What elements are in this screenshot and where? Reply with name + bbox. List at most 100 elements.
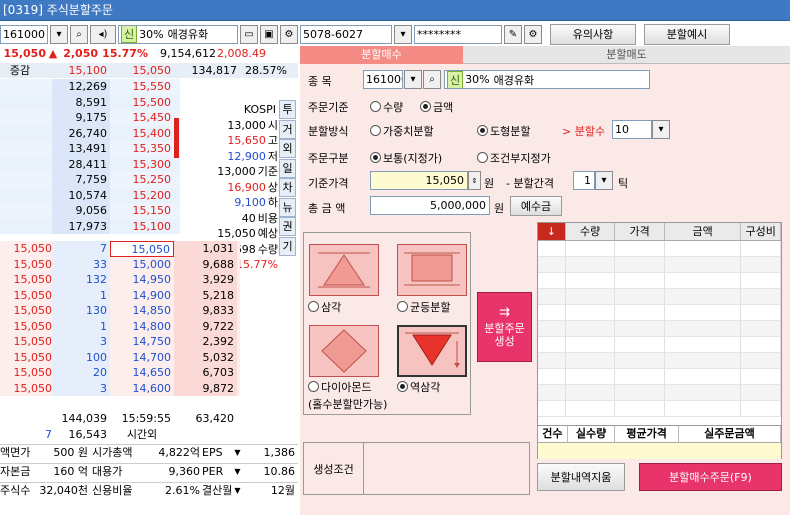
bid-row[interactable]: 15,050 1 14,800 9,722 <box>0 318 240 334</box>
account-input[interactable]: 5078-6027 <box>300 24 392 44</box>
grid-row[interactable] <box>538 369 781 385</box>
triangle-shape-option[interactable] <box>309 244 379 296</box>
method-shape-radio[interactable]: 도형분할 <box>477 123 530 139</box>
bid-row[interactable]: 15,050 33 15,000 9,688 <box>0 256 240 272</box>
base-price-input[interactable]: 15,050 <box>370 171 468 190</box>
stock-name-box[interactable]: 신 30% 애경유화 <box>118 24 238 44</box>
speaker-icon[interactable]: ◂) <box>90 24 116 44</box>
ask-row[interactable]: 10,574 15,200 <box>0 187 180 203</box>
side-tab[interactable]: 거 <box>279 119 296 139</box>
ask-qty: 12,269 <box>52 79 110 95</box>
grid-row[interactable] <box>538 305 781 321</box>
ask-row[interactable]: 9,175 15,450 <box>0 110 180 126</box>
bid-row[interactable]: 15,050 3 14,600 9,872 <box>0 380 240 396</box>
base-price-stepper[interactable]: ⇕ <box>468 171 481 190</box>
search-icon[interactable]: ⌕ <box>70 24 88 44</box>
ask-row[interactable]: 7,759 15,250 <box>0 172 180 188</box>
side-tab[interactable]: 뉴 <box>279 197 296 217</box>
tab-split-sell[interactable]: 분할매도 <box>463 46 790 64</box>
bid-row[interactable]: 15,050 132 14,950 3,929 <box>0 272 240 288</box>
shape-equal-radio[interactable]: 균등분할 <box>397 299 450 315</box>
bid-row[interactable]: 15,050 1 14,900 5,218 <box>0 287 240 303</box>
grid-header: ↓ 수량 가격 금액 구성비 <box>538 223 781 241</box>
diamond-shape-option[interactable] <box>309 325 379 377</box>
ask-row[interactable]: 9,056 15,150 <box>0 203 180 219</box>
interval-dropdown-icon[interactable]: ▾ <box>595 171 613 190</box>
ask-price: 15,450 <box>132 111 172 124</box>
clear-history-button[interactable]: 분할내역지움 <box>537 463 625 491</box>
basis-qty-radio[interactable]: 수량 <box>370 99 403 115</box>
generate-split-button[interactable]: ⇉ 분할주문 생성 <box>477 292 532 362</box>
example-button[interactable]: 분할예시 <box>644 23 730 45</box>
ask-qty: 17,973 <box>52 218 110 234</box>
grid-row[interactable] <box>538 273 781 289</box>
triangle-icon <box>318 252 370 288</box>
split-order-panel: 5078-6027 ▾ ******** ✎ ⚙ 유의사항 분할예시 분할매수 … <box>300 22 790 515</box>
grid-row[interactable] <box>538 337 781 353</box>
type-normal-radio[interactable]: 보통(지정가) <box>370 150 442 166</box>
right-code-input[interactable]: 161000 <box>363 70 403 89</box>
grid-row[interactable] <box>538 257 781 273</box>
total-amount-input[interactable]: 5,000,000 <box>370 196 490 215</box>
shape-triangle-radio[interactable]: 삼각 <box>308 299 341 315</box>
account-dropdown-icon[interactable]: ▾ <box>394 24 412 44</box>
equal-split-icon <box>404 252 460 286</box>
ask-price: 15,100 <box>132 219 172 233</box>
ask-row[interactable]: 12,269 15,550 <box>0 79 180 95</box>
side-tab[interactable]: 차 <box>279 178 296 197</box>
grid-row[interactable] <box>538 241 781 257</box>
method-weighted-radio[interactable]: 가중치분할 <box>370 123 434 139</box>
ask-row[interactable]: 13,491 15,350 <box>0 141 180 157</box>
doc-icon[interactable]: ▭ <box>240 24 258 44</box>
bid-row[interactable]: 15,050 130 14,850 9,833 <box>0 303 240 319</box>
split-count-dropdown-icon[interactable]: ▾ <box>652 120 670 139</box>
ask-row[interactable]: 8,591 15,500 <box>0 94 180 110</box>
bid-row[interactable]: 15,050 3 14,750 2,392 <box>0 334 240 350</box>
grid-col-header[interactable]: ↓ <box>538 223 566 240</box>
side-tab[interactable]: 투 <box>279 100 296 119</box>
grid-col-header[interactable]: 수량 <box>566 223 616 240</box>
grid-row[interactable] <box>538 321 781 337</box>
grid-col-header[interactable]: 가격 <box>615 223 665 240</box>
grid-row[interactable] <box>538 401 781 417</box>
deposit-button[interactable]: 예수금 <box>510 196 562 216</box>
tab-split-buy[interactable]: 분할매수 <box>300 46 463 64</box>
interval-input[interactable]: 1 <box>573 171 595 190</box>
grid-row[interactable] <box>538 353 781 369</box>
copy-icon[interactable]: ▣ <box>260 24 278 44</box>
shape-inverted-radio[interactable]: 역삼각 <box>397 379 440 395</box>
basis-amount-radio[interactable]: 금액 <box>420 99 453 115</box>
gear-icon[interactable]: ⚙ <box>280 24 298 44</box>
side-tab[interactable]: 기 <box>279 236 296 256</box>
title-bar: [0319] 주식분할주문 <box>0 0 790 21</box>
grid-summary: 건수 실수량 평균가격 실주문금액 <box>537 425 782 459</box>
eraser-icon[interactable]: ✎ <box>504 24 522 44</box>
ask-row[interactable]: 28,411 15,300 <box>0 156 180 172</box>
grid-row[interactable] <box>538 289 781 305</box>
bid-row[interactable]: 15,050 100 14,700 5,032 <box>0 349 240 365</box>
side-tab[interactable]: 외 <box>279 139 296 158</box>
shape-diamond-radio[interactable]: 다이아몬드 <box>308 379 372 395</box>
bid-row[interactable]: 15,050 7 15,050 1,031 <box>0 241 240 257</box>
bid-row[interactable]: 15,050 20 14,650 6,703 <box>0 365 240 381</box>
split-count-label: > 분할수 <box>562 125 606 138</box>
grid-col-header[interactable]: 금액 <box>665 223 742 240</box>
password-input[interactable]: ******** <box>414 24 502 44</box>
side-tab[interactable]: 일 <box>279 158 296 178</box>
right-code-dropdown-icon[interactable]: ▾ <box>404 70 422 89</box>
ask-row[interactable]: 17,973 15,100 <box>0 218 180 234</box>
ask-row[interactable]: 26,740 15,400 <box>0 125 180 141</box>
dropdown-icon[interactable]: ▾ <box>50 24 68 44</box>
settings-gear-icon[interactable]: ⚙ <box>524 24 542 44</box>
code-input[interactable]: 161000 <box>0 24 48 44</box>
equal-shape-option[interactable] <box>397 244 467 296</box>
grid-row[interactable] <box>538 385 781 401</box>
split-count-select[interactable]: 10 <box>612 120 652 139</box>
grid-col-header[interactable]: 구성비 <box>741 223 781 240</box>
notice-button[interactable]: 유의사항 <box>550 23 636 45</box>
inverted-triangle-shape-option[interactable] <box>397 325 467 377</box>
right-search-icon[interactable]: ⌕ <box>423 70 441 89</box>
side-tab[interactable]: 권 <box>279 217 296 236</box>
split-buy-order-button[interactable]: 분할매수주문(F9) <box>639 463 782 491</box>
type-conditional-radio[interactable]: 조건부지정가 <box>477 150 551 166</box>
